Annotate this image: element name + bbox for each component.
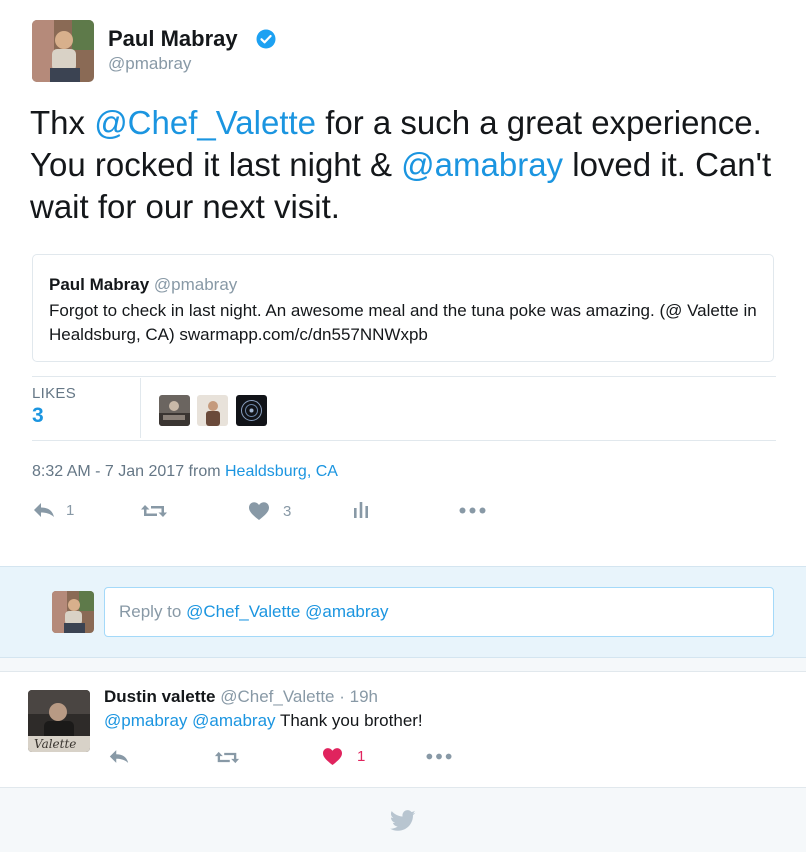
reply-count: 1 (66, 501, 75, 519)
more-button[interactable] (459, 507, 486, 514)
reply-author-avatar[interactable]: Valette (28, 690, 90, 752)
author-handle[interactable]: @pmabray (108, 54, 191, 74)
reply-tweet-like-button[interactable]: 1 (322, 747, 365, 766)
reply-input-prefix: Reply to (119, 602, 187, 621)
quoted-tweet-header: Paul Mabray @pmabray (49, 275, 237, 295)
twitter-bird-icon (390, 810, 416, 831)
divider (32, 440, 776, 441)
analytics-icon (354, 502, 368, 518)
quoted-tweet-text: Forgot to check in last night. An awesom… (49, 301, 757, 344)
reply-like-count: 1 (357, 748, 366, 765)
mention-link[interactable]: @pmabray (104, 711, 187, 730)
like-button[interactable]: 3 (248, 501, 291, 521)
heart-icon (249, 502, 269, 520)
mention-link[interactable]: @amabray (401, 146, 563, 183)
reply-author-handle[interactable]: @Chef_Valette (220, 687, 334, 706)
mention-link[interactable]: @amabray (192, 711, 275, 730)
analytics-button[interactable] (352, 501, 370, 519)
more-icon (459, 507, 486, 514)
reply-input-mentions: @Chef_Valette @amabray (186, 602, 389, 621)
liker-avatar[interactable] (236, 395, 267, 426)
tweet-text: Thx @Chef_Valette for a such a great exp… (30, 102, 790, 228)
svg-text:Valette: Valette (34, 737, 76, 751)
likes-count[interactable]: 3 (32, 404, 44, 428)
reply-author-name[interactable]: Dustin valette (104, 687, 215, 706)
verified-badge-icon (256, 29, 276, 49)
reply-tweet-reply-button[interactable] (108, 748, 130, 765)
reply-header: Dustin valette @Chef_Valette · 19h (104, 687, 378, 707)
reply-separator: · (334, 687, 350, 706)
liker-avatar[interactable] (159, 395, 190, 426)
quoted-author-name: Paul Mabray (49, 275, 150, 294)
retweet-icon (214, 751, 240, 764)
retweet-icon (141, 505, 167, 517)
author-avatar[interactable] (32, 20, 94, 82)
tweet-text-part: Thx (30, 104, 95, 141)
reply-icon (109, 750, 129, 763)
reply-text-body: Thank you brother! (275, 711, 423, 730)
quoted-tweet[interactable]: Paul Mabray @pmabray Forgot to check in … (32, 254, 774, 362)
timestamp-text: 8:32 AM - 7 Jan 2017 from (32, 463, 225, 480)
reply-tweet-retweet-button[interactable] (214, 749, 240, 766)
quoted-author-handle: @pmabray (153, 275, 238, 294)
current-user-avatar[interactable] (52, 591, 94, 633)
liker-avatar[interactable] (197, 395, 228, 426)
reply-time[interactable]: 19h (350, 687, 378, 706)
tweet-timestamp: 8:32 AM - 7 Jan 2017 from Healdsburg, CA (32, 463, 338, 481)
reply-icon (34, 503, 54, 517)
location-link[interactable]: Healdsburg, CA (225, 463, 338, 480)
divider (32, 376, 776, 377)
like-count: 3 (283, 502, 292, 520)
divider (140, 378, 141, 438)
section-gap (0, 658, 806, 672)
reply-text: @pmabray @amabray Thank you brother! (104, 711, 423, 731)
reply-button[interactable]: 1 (32, 501, 74, 519)
more-icon (426, 753, 452, 760)
retweet-button[interactable] (140, 502, 168, 520)
mention-link[interactable]: @Chef_Valette (94, 104, 316, 141)
author-name[interactable]: Paul Mabray (108, 26, 238, 52)
reply-tweet-more-button[interactable] (426, 753, 452, 760)
likes-label[interactable]: LIKES (32, 385, 76, 402)
reply-input[interactable]: Reply to @Chef_Valette @amabray (104, 587, 774, 637)
heart-icon (323, 748, 342, 766)
